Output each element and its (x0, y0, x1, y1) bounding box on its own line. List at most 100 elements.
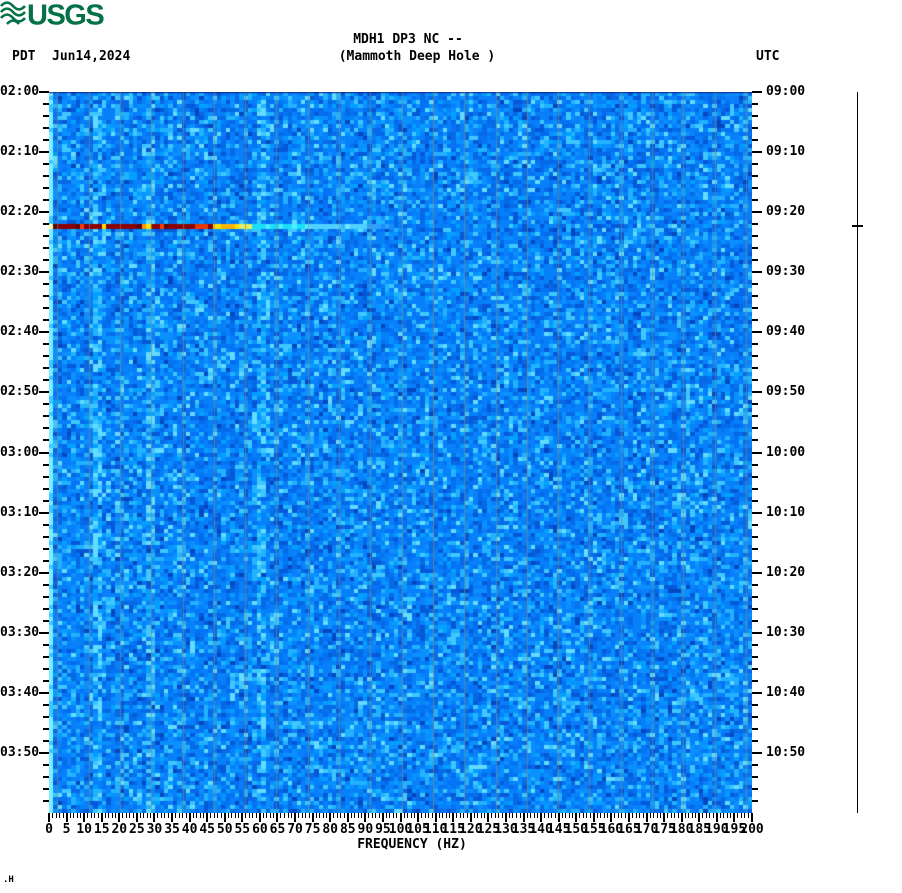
right-axis-minor-tick (752, 739, 758, 742)
freq-axis-minor-tick (175, 813, 177, 818)
freq-axis-minor-tick (361, 813, 363, 818)
freq-axis-minor-tick (227, 813, 229, 818)
freq-axis-minor-tick (336, 813, 338, 818)
left-axis-minor-tick (43, 415, 49, 418)
left-axis-minor-tick (43, 295, 49, 298)
left-axis-minor-tick (43, 583, 49, 586)
right-axis-major-tick (752, 691, 762, 694)
freq-axis-minor-tick (350, 813, 352, 818)
freq-axis-minor-tick (705, 813, 707, 818)
freq-axis-minor-tick (319, 813, 321, 818)
left-axis-minor-tick (43, 199, 49, 202)
right-axis-major-tick (752, 211, 762, 214)
freq-axis-minor-tick (561, 813, 563, 818)
right-axis-minor-tick (752, 703, 758, 706)
freq-axis-major-tick (171, 813, 174, 822)
right-axis-label: 10:50 (766, 744, 806, 760)
left-axis-minor-tick (43, 307, 49, 310)
freq-axis-major-tick (434, 813, 437, 822)
freq-axis-minor-tick (456, 813, 458, 818)
left-axis-minor-tick (43, 463, 49, 466)
right-axis-minor-tick (752, 163, 758, 166)
freq-axis-major-tick (364, 813, 367, 822)
right-axis-minor-tick (752, 247, 758, 250)
freq-axis-minor-tick (129, 813, 131, 818)
right-axis-label: 10:20 (766, 564, 806, 580)
freq-axis-minor-tick (695, 813, 697, 818)
freq-axis-minor-tick (315, 813, 317, 818)
freq-axis-minor-tick (357, 813, 359, 818)
freq-axis-minor-tick (308, 813, 310, 818)
freq-axis-minor-tick (603, 813, 605, 818)
right-axis-label: 10:00 (766, 444, 806, 460)
left-axis-label: 03:40 (0, 684, 40, 700)
right-axis-minor-tick (752, 595, 758, 598)
right-axis-minor-tick (752, 367, 758, 370)
left-axis-major-tick (39, 271, 49, 274)
freq-axis-minor-tick (73, 813, 75, 818)
right-axis-minor-tick (752, 499, 758, 502)
left-axis-label: 03:20 (0, 564, 40, 580)
freq-axis-minor-tick (674, 813, 676, 818)
freq-axis-minor-tick (740, 813, 742, 818)
right-axis-minor-tick (752, 655, 758, 658)
freq-axis-minor-tick (403, 813, 405, 818)
freq-axis-minor-tick (515, 813, 517, 818)
freq-axis-minor-tick (512, 813, 514, 818)
left-axis-minor-tick (43, 343, 49, 346)
right-axis-minor-tick (752, 475, 758, 478)
freq-axis-major-tick (487, 813, 490, 822)
left-axis-label: 02:30 (0, 264, 40, 280)
left-axis-minor-tick (43, 283, 49, 286)
right-axis-minor-tick (752, 547, 758, 550)
freq-axis-major-tick (276, 813, 279, 822)
corner-mark: .H (3, 875, 14, 885)
left-axis-minor-tick (43, 523, 49, 526)
right-axis-label: 09:40 (766, 324, 806, 340)
right-axis-minor-tick (752, 259, 758, 262)
freq-axis-minor-tick (94, 813, 96, 818)
left-axis-minor-tick (43, 487, 49, 490)
left-axis-minor-tick (43, 535, 49, 538)
freq-axis-minor-tick (670, 813, 672, 818)
freq-axis-minor-tick (52, 813, 53, 818)
right-axis-major-tick (752, 91, 762, 93)
left-axis-major-tick (39, 211, 49, 214)
freq-axis-minor-tick (723, 813, 725, 818)
freq-axis-minor-tick (269, 813, 271, 818)
freq-axis-minor-tick (667, 813, 669, 818)
left-axis-minor-tick (43, 187, 49, 190)
freq-axis-major-tick (540, 813, 543, 822)
freq-axis-title: FREQUENCY (HZ) (357, 837, 467, 852)
freq-axis-minor-tick (414, 813, 416, 818)
freq-axis-minor-tick (69, 813, 71, 818)
freq-axis-minor-tick (203, 813, 205, 818)
freq-axis-minor-tick (196, 813, 198, 818)
freq-axis-minor-tick (445, 813, 447, 818)
right-axis-minor-tick (752, 463, 758, 466)
freq-axis-minor-tick (389, 813, 391, 818)
freq-axis-minor-tick (371, 813, 373, 818)
freq-axis-minor-tick (635, 813, 637, 818)
freq-axis-minor-tick (396, 813, 398, 818)
freq-axis-minor-tick (533, 813, 535, 818)
left-axis-minor-tick (43, 475, 49, 478)
freq-axis-minor-tick (582, 813, 584, 818)
right-axis-major-tick (752, 571, 762, 574)
left-axis-minor-tick (43, 127, 49, 130)
right-axis-minor-tick (752, 559, 758, 562)
freq-axis-minor-tick (157, 813, 159, 818)
left-axis-minor-tick (43, 439, 49, 442)
freq-axis-major-tick (100, 813, 103, 822)
freq-axis-minor-tick (80, 813, 82, 818)
left-axis-minor-tick (43, 679, 49, 682)
freq-axis-minor-tick (589, 813, 591, 818)
freq-axis-minor-tick (744, 813, 746, 818)
freq-axis-major-tick (329, 813, 332, 822)
left-axis-major-tick (39, 631, 49, 634)
left-axis-minor-tick (43, 727, 49, 730)
freq-axis-minor-tick (596, 813, 598, 818)
right-axis-major-tick (752, 151, 762, 154)
freq-axis-major-tick (522, 813, 525, 822)
right-axis-minor-tick (752, 127, 758, 130)
